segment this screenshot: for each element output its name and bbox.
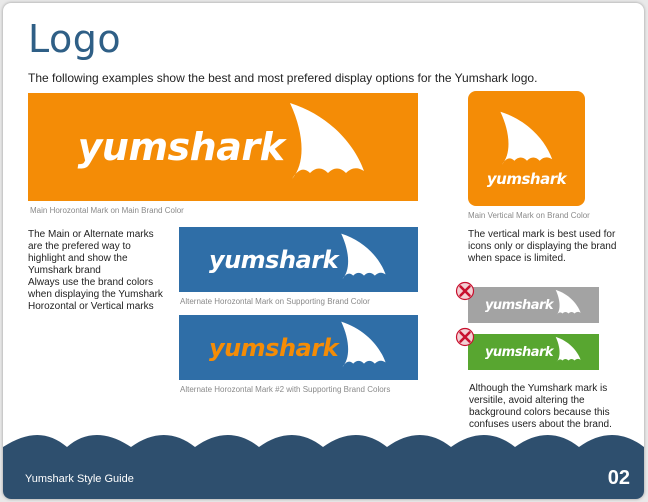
x-circle-icon bbox=[455, 327, 475, 347]
main-horizontal-caption: Main Horozontal Mark on Main Brand Color bbox=[30, 206, 184, 215]
incorrect-green-logo: yumshark bbox=[468, 334, 599, 370]
right-paragraph-2: Although the Yumshark mark is versitile,… bbox=[469, 383, 612, 430]
right-paragraph-1: The vertical mark is best used for icons… bbox=[468, 229, 617, 264]
intro-text: The following examples show the best and… bbox=[28, 71, 538, 85]
page-title: Logo bbox=[28, 17, 122, 61]
vertical-caption: Main Vertical Mark on Brand Color bbox=[468, 211, 590, 220]
alternate-2-caption: Alternate Horozontal Mark #2 with Suppor… bbox=[180, 385, 391, 394]
page-number: 02 bbox=[607, 467, 630, 489]
vertical-logo: yumshark bbox=[468, 91, 585, 206]
style-guide-page: Logo The following examples show the bes… bbox=[3, 3, 644, 499]
shark-fin-icon bbox=[341, 233, 386, 279]
main-horizontal-logo: yumshark bbox=[28, 93, 418, 201]
left-paragraph-1: The Main or Alternate marks are the pref… bbox=[28, 229, 154, 276]
logo-wordmark: yumshark bbox=[208, 245, 339, 274]
x-circle-icon bbox=[455, 281, 475, 301]
shark-fin-icon bbox=[341, 321, 386, 367]
shark-fin-icon bbox=[555, 289, 581, 316]
logo-wordmark: yumshark bbox=[484, 297, 554, 313]
wave-decoration bbox=[3, 435, 644, 499]
logo-wordmark: yumshark bbox=[77, 125, 285, 169]
alternate-caption: Alternate Horozontal Mark on Supporting … bbox=[180, 297, 370, 306]
alternate-logo: yumshark bbox=[179, 227, 418, 292]
incorrect-gray-logo: yumshark bbox=[468, 287, 599, 323]
footer-title: Yumshark Style Guide bbox=[25, 473, 134, 485]
footer: Yumshark Style Guide 02 bbox=[3, 429, 644, 499]
alternate-logo-2: yumshark bbox=[179, 315, 418, 380]
logo-wordmark: yumshark bbox=[208, 333, 339, 362]
logo-wordmark: yumshark bbox=[486, 169, 567, 188]
shark-fin-icon bbox=[290, 103, 365, 179]
left-paragraph-2: Always use the brand colors when display… bbox=[28, 277, 163, 312]
shark-fin-icon bbox=[499, 111, 552, 165]
logo-wordmark: yumshark bbox=[484, 344, 554, 360]
shark-fin-icon bbox=[555, 336, 581, 363]
